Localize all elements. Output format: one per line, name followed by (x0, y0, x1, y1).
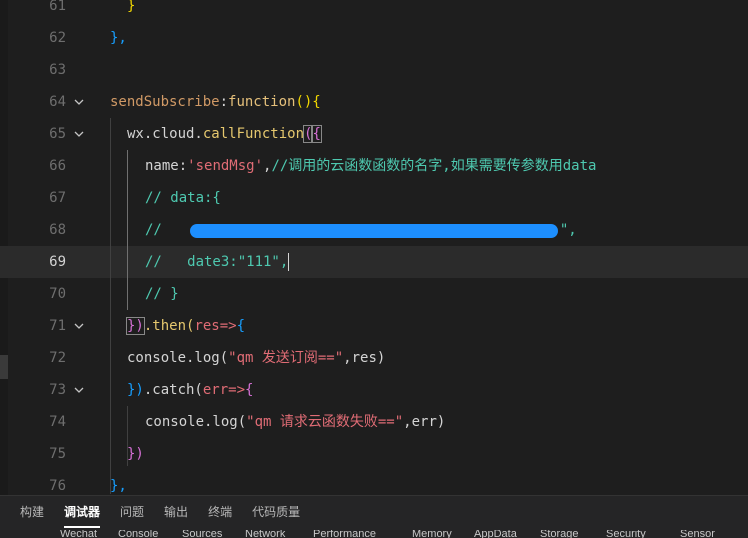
fold-chevron-icon[interactable] (72, 127, 86, 141)
code-token: .catch( (143, 382, 203, 398)
code-line-67[interactable]: // data:{ (145, 182, 221, 214)
tab-debugger[interactable]: 调试器 (54, 496, 110, 530)
code-token: } (127, 0, 136, 14)
line-number: 64 (49, 94, 66, 110)
code-line-73[interactable]: }).catch(err=>{ (127, 374, 253, 406)
code-token: console.log( (145, 414, 247, 430)
code-comment: // data:{ (145, 190, 221, 206)
code-comment: ", (559, 222, 577, 238)
line-number: 66 (49, 158, 66, 174)
line-number: 67 (49, 190, 66, 206)
code-line-70[interactable]: // } (145, 278, 179, 310)
line-number: 70 (49, 286, 66, 302)
code-token: wx.cloud. (127, 126, 203, 142)
code-line-62[interactable]: }, (110, 22, 127, 54)
fold-chevron-icon[interactable] (72, 95, 86, 109)
code-token: }, (110, 30, 127, 46)
line-number-current: 69 (49, 254, 66, 270)
tab-code-quality[interactable]: 代码质量 (242, 496, 310, 530)
line-number: 63 (49, 62, 66, 78)
scrollbar-marker[interactable] (0, 355, 8, 379)
code-token: }) (127, 382, 144, 398)
code-token: name (145, 158, 179, 174)
code-token: 'sendMsg' (187, 158, 264, 174)
code-token: "qm 请求云函数失败==" (246, 414, 404, 430)
code-token: }, (110, 478, 127, 494)
code-token: ,res) (343, 350, 386, 366)
code-comment: // } (145, 286, 179, 302)
code-token: : (219, 94, 229, 110)
code-token: { (311, 125, 322, 143)
tab-problems[interactable]: 问题 (110, 496, 154, 530)
line-number: 76 (49, 478, 66, 494)
line-number: 62 (49, 30, 66, 46)
code-line-71[interactable]: }).then(res=>{ (126, 310, 246, 342)
panel-tab-bar: 构建 调试器 问题 输出 终端 代码质量 (10, 496, 310, 530)
code-token: console.log( (127, 350, 229, 366)
redaction-mark (190, 224, 558, 238)
code-line-66[interactable]: name:'sendMsg',//调用的云函数函数的名字,如果需要传参数用dat… (145, 150, 596, 182)
line-number: 61 (49, 0, 66, 14)
code-token: }) (127, 446, 144, 462)
code-line-76[interactable]: }, (110, 470, 127, 495)
code-token: { (245, 382, 254, 398)
code-comment: // date3:"111", (145, 254, 289, 270)
fold-chevron-icon[interactable] (72, 319, 86, 333)
text-cursor (288, 253, 290, 271)
line-number: 65 (49, 126, 66, 142)
line-number: 75 (49, 446, 66, 462)
line-number: 72 (49, 350, 66, 366)
code-token: res=> (194, 318, 237, 334)
code-comment: // (145, 222, 162, 238)
code-line-69[interactable]: // date3:"111", (145, 246, 290, 278)
code-line-64[interactable]: sendSubscribe:function(){ (110, 86, 321, 118)
code-line-65[interactable]: wx.cloud.callFunction({ (127, 118, 322, 150)
bottom-panel: 构建 调试器 问题 输出 终端 代码质量 Wechat Console Sour… (0, 495, 748, 538)
indent-guide-active (127, 150, 128, 310)
code-token: { (236, 318, 246, 334)
tab-build[interactable]: 构建 (10, 496, 54, 530)
code-token: ,err) (403, 414, 446, 430)
code-line-74[interactable]: console.log("qm 请求云函数失败==",err) (145, 406, 445, 438)
code-line-72[interactable]: console.log("qm 发送订阅==",res) (127, 342, 385, 374)
tab-terminal[interactable]: 终端 (198, 496, 242, 530)
code-comment: //调用的云函数函数的名字,如果需要传参数用data (271, 158, 597, 174)
code-token: sendSubscribe (110, 94, 220, 110)
code-token: function (228, 94, 296, 110)
tab-output[interactable]: 输出 (154, 496, 198, 530)
line-number: 73 (49, 382, 66, 398)
code-token: "qm 发送订阅==" (228, 350, 344, 366)
current-line-highlight (0, 246, 748, 278)
code-line-75[interactable]: }) (127, 438, 144, 470)
code-token: : (178, 158, 188, 174)
line-number: 71 (49, 318, 66, 334)
fold-chevron-icon[interactable] (72, 383, 86, 397)
code-token: .then( (143, 318, 195, 334)
code-line-61[interactable]: } (127, 0, 135, 22)
line-number: 74 (49, 414, 66, 430)
indent-guide (110, 118, 111, 494)
code-editor[interactable]: 61 62 63 64 65 66 67 68 69 70 71 72 73 7… (0, 0, 748, 495)
code-token: callFunction (202, 126, 305, 142)
line-number: 68 (49, 222, 66, 238)
code-token: (){ (295, 94, 321, 110)
code-token: err=> (202, 382, 246, 398)
code-token: }) (126, 317, 145, 335)
